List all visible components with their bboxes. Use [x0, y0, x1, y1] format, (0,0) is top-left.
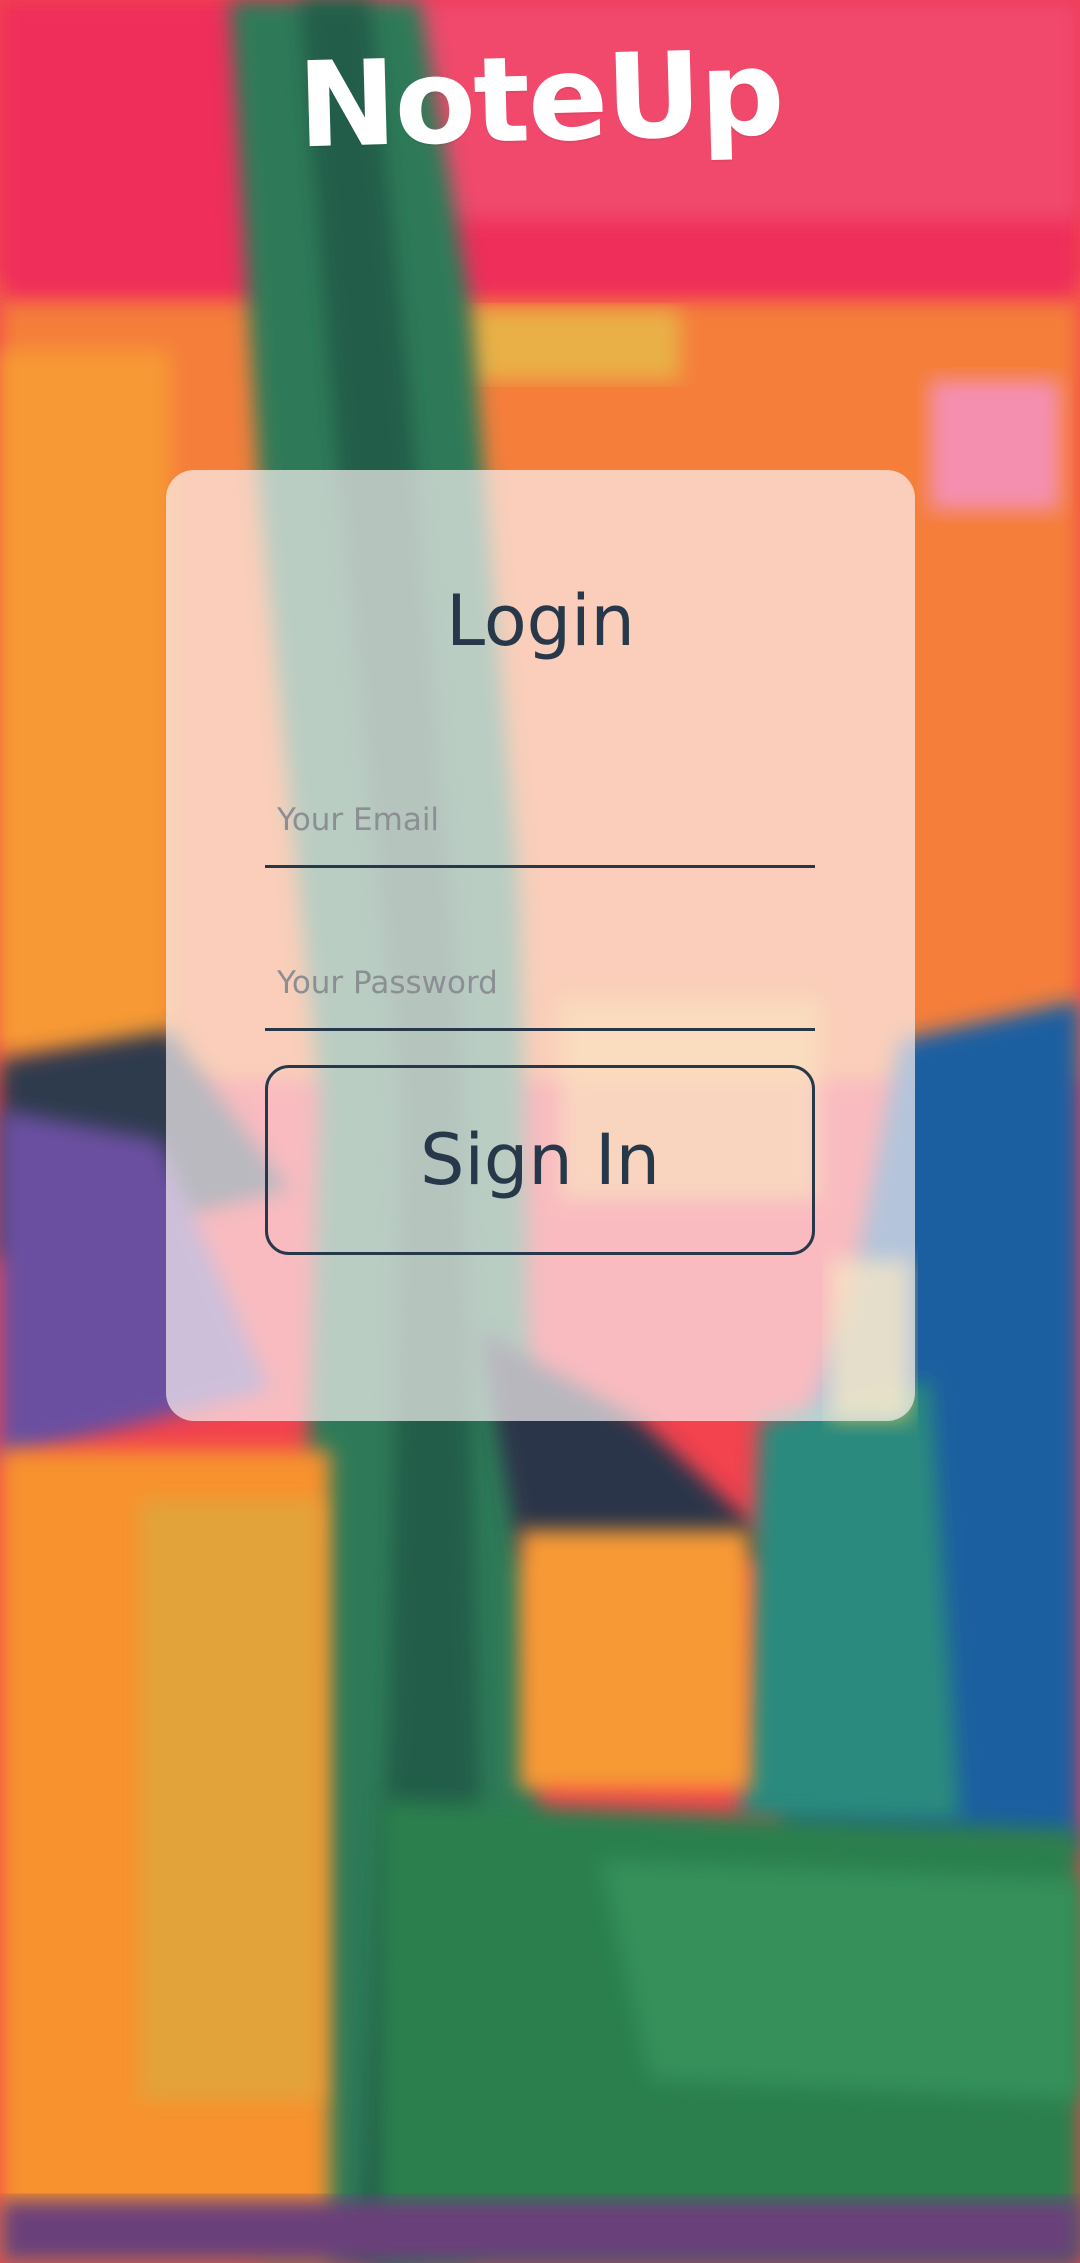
app-logo: NoteUp — [295, 23, 784, 175]
password-input[interactable] — [277, 948, 807, 1018]
sign-in-button[interactable]: Sign In — [265, 1065, 815, 1255]
login-card: Login Sign In — [166, 470, 915, 1421]
password-field[interactable] — [265, 948, 815, 1031]
email-field[interactable] — [265, 785, 815, 868]
login-title: Login — [446, 580, 635, 662]
email-input[interactable] — [277, 785, 807, 855]
